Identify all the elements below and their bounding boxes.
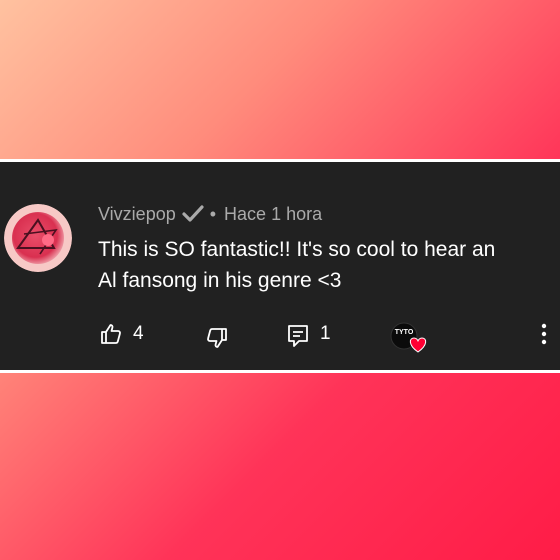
avatar[interactable] bbox=[4, 204, 72, 272]
comment-actions: 4 1 TYTO bbox=[0, 320, 560, 353]
comment-text-line: Al fansong in his genre <3 bbox=[98, 269, 342, 292]
verified-check-icon bbox=[182, 205, 204, 223]
comment-text-line: This is SO fantastic!! It's so cool to h… bbox=[98, 238, 496, 261]
comment-timestamp[interactable]: Hace 1 hora bbox=[224, 204, 322, 225]
reply-icon[interactable] bbox=[287, 324, 309, 348]
heart-badge-text: TYTO bbox=[395, 329, 414, 336]
thumbs-up-icon[interactable] bbox=[99, 322, 123, 346]
comment-meta: Vivziepop • Hace 1 hora bbox=[98, 202, 322, 226]
meta-separator: • bbox=[209, 203, 217, 224]
creator-heart-icon: TYTO bbox=[390, 322, 432, 356]
reply-count: 1 bbox=[320, 323, 331, 344]
more-vert-icon[interactable] bbox=[540, 322, 548, 346]
like-count: 4 bbox=[133, 323, 144, 344]
thumbs-down-icon[interactable] bbox=[205, 326, 229, 350]
author-name[interactable]: Vivziepop bbox=[98, 204, 176, 225]
comment-card: Vivziepop • Hace 1 hora This is SO fanta… bbox=[0, 159, 560, 373]
comment-text: This is SO fantastic!! It's so cool to h… bbox=[98, 234, 548, 296]
